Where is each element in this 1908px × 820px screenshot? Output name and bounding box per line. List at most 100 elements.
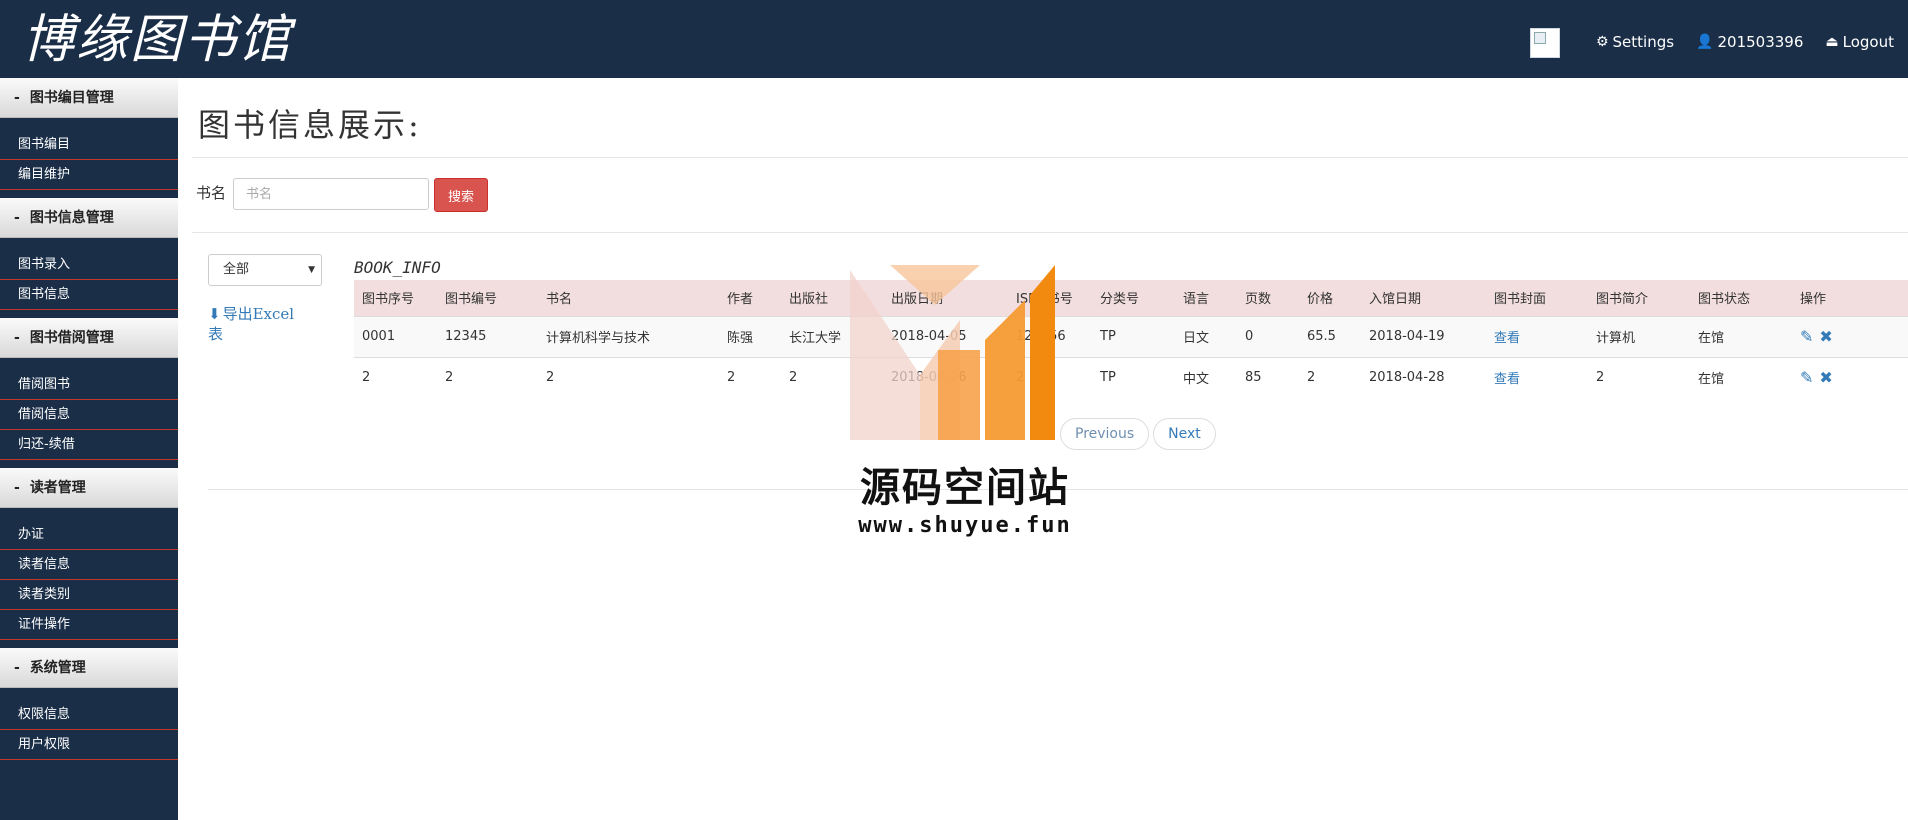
column-header: 分类号 (1092, 280, 1175, 316)
column-header: 书名 (538, 280, 719, 316)
column-header: 图书状态 (1690, 280, 1792, 316)
export-excel-link[interactable]: ⬇ 导出Excel表 (208, 304, 308, 344)
sidebar-item-card-operations[interactable]: 证件操作 (0, 610, 178, 640)
sidebar-item-user-permissions[interactable]: 用户权限 (0, 730, 178, 760)
gear-icon: ⚙ (1595, 34, 1609, 50)
sidebar-item-borrow-book[interactable]: 借阅图书 (0, 370, 178, 400)
book-name-search-input[interactable] (233, 178, 429, 210)
site-logo[interactable]: 博缘图书馆 (22, 10, 292, 70)
dropdown-caret-icon: ▼ (308, 265, 315, 275)
sidebar-group-title: 系统管理 (29, 660, 86, 676)
next-page-button[interactable]: Next (1153, 418, 1216, 450)
cell-book-title: 计算机科学与技术 (538, 315, 719, 357)
cell-author: 2 (719, 356, 781, 398)
table-caption: BOOK_INFO (354, 258, 441, 277)
table-row: 2 2 2 2 2 2018-04-26 2 TP 中文 85 2 2018-0… (354, 356, 1908, 398)
delete-icon[interactable]: ✖ (1819, 327, 1832, 346)
top-navbar: 博缘图书馆 ⚙ Settings 👤 201503396 ⏏ Logout (0, 0, 1908, 78)
sidebar-item-catalog-maintenance[interactable]: 编目维护 (0, 160, 178, 190)
cell-status: 在馆 (1690, 315, 1792, 357)
cell-actions: ✎ ✖ (1792, 315, 1908, 357)
collapse-dash-icon: - (14, 480, 20, 496)
collapse-dash-icon: - (14, 660, 20, 676)
sidebar-group-readers: - 读者管理 办证 读者信息 读者类别 证件操作 (0, 468, 178, 648)
collapse-dash-icon: - (14, 330, 20, 346)
filter-select[interactable]: 全部 ▼ (208, 254, 322, 286)
top-nav-links: ⚙ Settings 👤 201503396 ⏏ Logout (1529, 27, 1894, 58)
divider (192, 232, 1908, 233)
column-header: 图书封面 (1486, 280, 1588, 316)
cell-actions: ✎ ✖ (1792, 356, 1908, 398)
user-account-link[interactable]: 👤 201503396 (1696, 33, 1803, 51)
cell-language: 中文 (1175, 356, 1237, 398)
cell-cover: 查看 (1486, 356, 1588, 398)
cell-status: 在馆 (1690, 356, 1792, 398)
sidebar-item-permission-info[interactable]: 权限信息 (0, 700, 178, 730)
column-header: 图书编号 (437, 280, 538, 316)
cell-book-seq: 2 (354, 356, 437, 398)
sidebar-item-issue-card[interactable]: 办证 (0, 520, 178, 550)
logout-link[interactable]: ⏏ Logout (1825, 33, 1894, 51)
book-info-table: 图书序号 图书编号 书名 作者 出版社 出版日期 ISBN书号 分类号 语言 页… (354, 280, 1908, 398)
collapse-dash-icon: - (14, 210, 20, 226)
collapse-dash-icon: - (14, 90, 20, 106)
column-header: 页数 (1237, 280, 1299, 316)
sidebar: - 图书编目管理 图书编目 编目维护 - 图书信息管理 图书录入 图书信息 - 图书借… (0, 78, 178, 820)
sidebar-item-book-cataloging[interactable]: 图书编目 (0, 130, 178, 160)
column-header: 图书简介 (1588, 280, 1690, 316)
view-cover-link[interactable]: 查看 (1494, 372, 1520, 387)
sidebar-item-return-renew[interactable]: 归还-续借 (0, 430, 178, 460)
sidebar-group-title: 图书借阅管理 (29, 330, 114, 346)
watermark-logo-image (850, 265, 1055, 440)
sidebar-group-cataloging: - 图书编目管理 图书编目 编目维护 (0, 78, 178, 198)
column-header: 作者 (719, 280, 781, 316)
sidebar-group-header[interactable]: - 图书借阅管理 (0, 318, 178, 358)
divider (192, 157, 1908, 158)
cell-price: 2 (1299, 356, 1361, 398)
cell-entry-date: 2018-04-19 (1361, 315, 1486, 357)
table-row: 0001 12345 计算机科学与技术 陈强 长江大学 2018-04-05 1… (354, 315, 1908, 357)
sidebar-item-reader-info[interactable]: 读者信息 (0, 550, 178, 580)
cell-cover: 查看 (1486, 315, 1588, 357)
settings-link[interactable]: ⚙ Settings (1596, 33, 1674, 51)
edit-icon[interactable]: ✎ (1800, 368, 1813, 387)
sidebar-item-book-entry[interactable]: 图书录入 (0, 250, 178, 280)
settings-label: Settings (1612, 33, 1675, 51)
sidebar-item-borrow-info[interactable]: 借阅信息 (0, 400, 178, 430)
delete-icon[interactable]: ✖ (1819, 368, 1832, 387)
watermark-url: www.shuyue.fun (858, 513, 1072, 538)
cell-class-number: TP (1092, 315, 1175, 357)
cell-book-seq: 0001 (354, 315, 437, 357)
sidebar-group-header[interactable]: - 图书信息管理 (0, 198, 178, 238)
column-header: 入馆日期 (1361, 280, 1486, 316)
logout-icon: ⏏ (1825, 34, 1839, 50)
edit-icon[interactable]: ✎ (1800, 327, 1813, 346)
sidebar-item-book-info[interactable]: 图书信息 (0, 280, 178, 310)
sidebar-group-borrowing: - 图书借阅管理 借阅图书 借阅信息 归还-续借 (0, 318, 178, 468)
user-avatar-image[interactable] (1529, 28, 1560, 58)
sidebar-group-book-info: - 图书信息管理 图书录入 图书信息 (0, 198, 178, 318)
sidebar-group-title: 图书信息管理 (29, 210, 114, 226)
sidebar-item-reader-category[interactable]: 读者类别 (0, 580, 178, 610)
sidebar-group-header[interactable]: - 读者管理 (0, 468, 178, 508)
cell-book-title: 2 (538, 356, 719, 398)
logout-label: Logout (1842, 33, 1894, 51)
cell-summary: 2 (1588, 356, 1690, 398)
search-label: 书名 (196, 184, 227, 202)
column-header: 操作 (1792, 280, 1908, 316)
user-icon: 👤 (1696, 34, 1714, 50)
sidebar-group-header[interactable]: - 系统管理 (0, 648, 178, 688)
cell-summary: 计算机 (1588, 315, 1690, 357)
cell-class-number: TP (1092, 356, 1175, 398)
sidebar-group-header[interactable]: - 图书编目管理 (0, 78, 178, 118)
sidebar-group-system: - 系统管理 权限信息 用户权限 (0, 648, 178, 768)
view-cover-link[interactable]: 查看 (1494, 331, 1520, 346)
sidebar-group-title: 读者管理 (29, 480, 86, 496)
page-title: 图书信息展示: (198, 106, 422, 144)
column-header: 价格 (1299, 280, 1361, 316)
search-button[interactable]: 搜索 (434, 178, 488, 212)
filter-selected-value: 全部 (223, 262, 250, 277)
cell-price: 65.5 (1299, 315, 1361, 357)
watermark: 源码空间站 www.shuyue.fun (850, 265, 1080, 555)
cell-entry-date: 2018-04-28 (1361, 356, 1486, 398)
